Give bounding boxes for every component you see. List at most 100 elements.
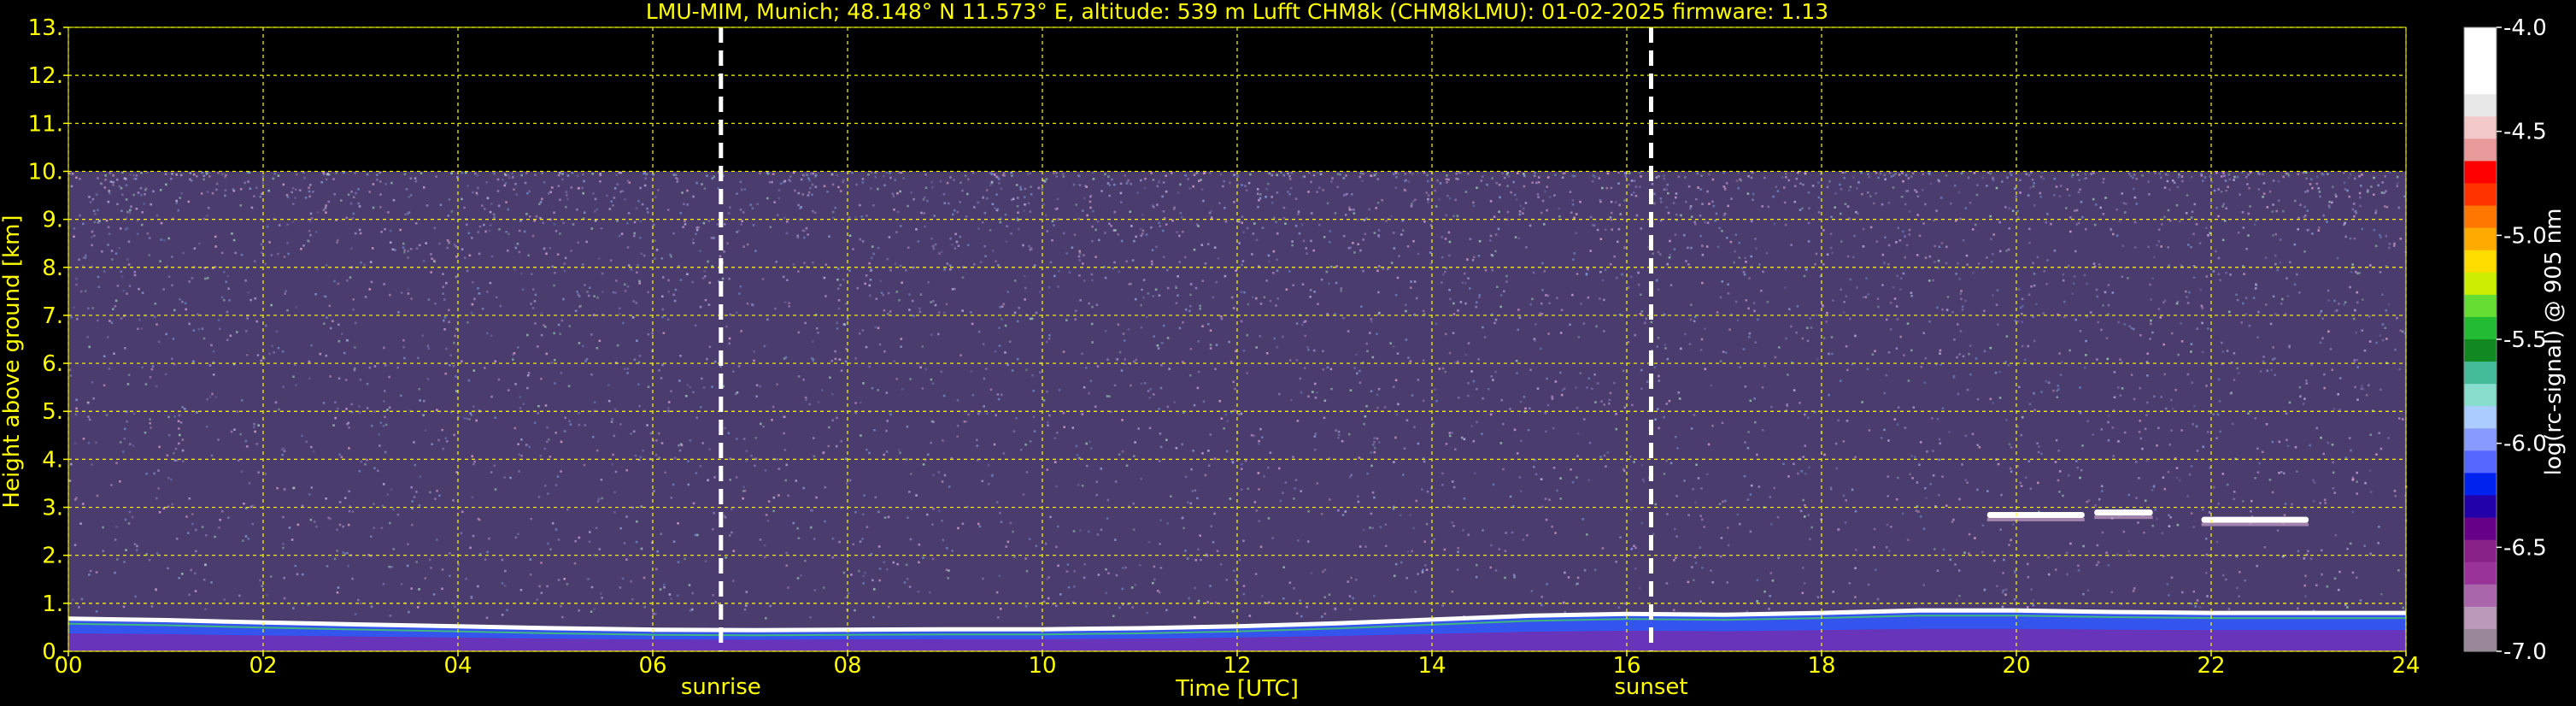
- noise-speck: [1062, 175, 1065, 178]
- noise-speck: [1799, 402, 1801, 404]
- noise-speck: [585, 240, 588, 244]
- noise-speck: [1961, 305, 1964, 308]
- noise-speck: [1411, 200, 1415, 203]
- noise-speck: [1773, 486, 1775, 490]
- noise-speck: [1241, 263, 1243, 267]
- noise-speck: [2373, 228, 2376, 232]
- noise-speck: [783, 432, 785, 435]
- noise-speck: [766, 520, 770, 522]
- noise-speck: [2254, 417, 2256, 420]
- noise-speck: [1699, 515, 1702, 517]
- noise-speck: [205, 425, 208, 428]
- noise-speck: [1078, 274, 1081, 277]
- noise-speck: [1373, 594, 1376, 597]
- noise-speck: [1587, 296, 1590, 299]
- noise-speck: [559, 332, 561, 335]
- noise-speck: [647, 211, 649, 214]
- noise-speck: [1807, 191, 1810, 194]
- noise-speck: [1964, 479, 1967, 481]
- noise-speck: [1022, 493, 1025, 496]
- noise-speck: [301, 504, 304, 508]
- noise-speck: [1120, 239, 1124, 243]
- noise-speck: [1990, 238, 1992, 240]
- noise-speck: [2272, 179, 2275, 182]
- noise-speck: [2092, 197, 2095, 201]
- noise-speck: [107, 244, 109, 246]
- noise-speck: [2355, 331, 2357, 334]
- noise-speck: [329, 327, 332, 330]
- noise-speck: [1068, 271, 1071, 274]
- noise-speck: [333, 193, 336, 196]
- noise-speck: [1148, 397, 1152, 399]
- noise-speck: [197, 327, 201, 331]
- noise-speck: [461, 171, 464, 174]
- noise-speck: [2050, 222, 2052, 226]
- noise-speck: [1737, 187, 1740, 190]
- noise-speck: [1652, 252, 1654, 256]
- noise-speck: [1772, 195, 1775, 198]
- noise-speck: [281, 453, 285, 456]
- noise-speck: [504, 182, 508, 185]
- noise-speck: [1828, 179, 1831, 183]
- noise-speck: [1048, 334, 1051, 337]
- noise-speck: [149, 418, 151, 421]
- noise-speck: [337, 238, 339, 242]
- noise-speck: [1826, 253, 1829, 256]
- noise-speck: [1503, 290, 1505, 293]
- noise-speck: [1197, 548, 1200, 550]
- noise-speck: [983, 377, 986, 380]
- noise-speck: [768, 180, 772, 184]
- noise-speck: [109, 192, 111, 195]
- noise-speck: [1730, 197, 1733, 200]
- noise-speck: [2133, 221, 2137, 224]
- noise-speck: [612, 204, 614, 207]
- noise-speck: [1884, 178, 1887, 181]
- noise-speck: [1106, 358, 1109, 361]
- noise-speck: [1893, 418, 1897, 421]
- noise-speck: [2374, 244, 2378, 248]
- noise-speck: [1233, 201, 1235, 203]
- noise-speck: [450, 172, 453, 174]
- noise-speck: [1004, 213, 1007, 216]
- noise-speck: [2124, 203, 2127, 205]
- noise-speck: [1548, 302, 1551, 304]
- noise-speck: [2296, 273, 2298, 276]
- noise-speck: [1320, 513, 1323, 515]
- noise-speck: [883, 174, 885, 178]
- noise-speck: [104, 179, 107, 181]
- noise-speck: [1537, 196, 1540, 198]
- noise-speck: [583, 179, 585, 183]
- noise-speck: [1334, 312, 1336, 315]
- noise-speck: [157, 487, 160, 490]
- noise-speck: [1235, 579, 1237, 582]
- noise-speck: [2167, 174, 2169, 177]
- noise-speck: [1255, 509, 1259, 512]
- noise-speck: [382, 425, 385, 427]
- noise-speck: [1308, 172, 1311, 174]
- noise-speck: [2369, 491, 2373, 493]
- noise-speck: [1165, 609, 1168, 612]
- noise-speck: [1193, 174, 1196, 176]
- noise-speck: [1284, 481, 1288, 484]
- noise-speck: [454, 605, 456, 609]
- noise-speck: [1297, 210, 1300, 213]
- noise-speck: [1197, 225, 1200, 227]
- noise-speck: [1405, 303, 1407, 306]
- noise-speck: [861, 178, 865, 180]
- noise-speck: [1639, 185, 1641, 188]
- noise-speck: [128, 211, 132, 215]
- noise-speck: [596, 449, 599, 452]
- noise-speck: [607, 399, 611, 403]
- noise-speck: [1071, 246, 1074, 249]
- noise-speck: [1096, 533, 1100, 536]
- noise-speck: [137, 191, 140, 194]
- noise-speck: [291, 221, 295, 223]
- noise-speck: [383, 400, 385, 403]
- noise-speck: [2362, 298, 2364, 301]
- noise-speck: [2219, 279, 2221, 282]
- noise-speck: [2039, 175, 2043, 179]
- noise-speck: [2031, 179, 2034, 181]
- noise-speck: [1132, 528, 1135, 531]
- noise-speck: [2157, 427, 2160, 430]
- noise-speck: [1667, 211, 1670, 215]
